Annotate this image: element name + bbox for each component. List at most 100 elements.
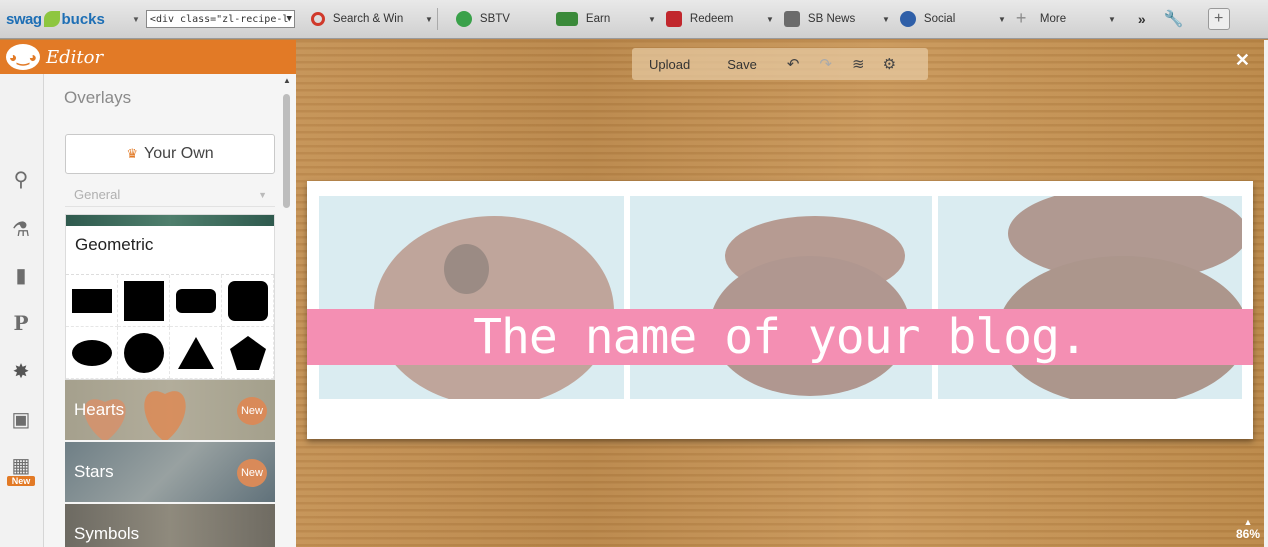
- leaf-icon: [43, 11, 60, 27]
- more-label: More: [1039, 13, 1067, 25]
- shape-cell[interactable]: [66, 327, 118, 379]
- gear-icon[interactable]: ⚙: [883, 55, 896, 73]
- photo-donut-1: [319, 196, 624, 399]
- chevron-up-icon: ▲: [1243, 517, 1253, 527]
- chevron-down-icon: ▼: [882, 14, 890, 24]
- hearts-overlay-card[interactable]: Hearts New: [65, 380, 275, 440]
- image-canvas[interactable]: The name of your blog.: [307, 181, 1253, 439]
- panel-title: Overlays: [64, 88, 132, 107]
- basic-edits-icon[interactable]: ⚲: [8, 166, 34, 192]
- sb-news-label: SB News: [807, 13, 856, 25]
- zoom-level: 86%: [1235, 527, 1260, 541]
- save-button[interactable]: Save: [690, 57, 757, 72]
- chevron-down-icon: ▼: [425, 14, 433, 24]
- shape-cell[interactable]: [222, 275, 274, 327]
- chevron-down-icon: ▼: [766, 14, 774, 24]
- pentagon-shape: [229, 335, 266, 370]
- blog-name-banner[interactable]: The name of your blog.: [307, 309, 1253, 365]
- rounded-square-shape: [227, 280, 268, 321]
- redo-icon[interactable]: ↷: [819, 55, 832, 73]
- swagbucks-logo[interactable]: swag bucks: [0, 11, 126, 28]
- window-edge: [1264, 40, 1268, 547]
- people-icon: [899, 11, 916, 27]
- wrench-icon[interactable]: 🔧: [1164, 9, 1184, 29]
- tool-rail: ⚲ ⚗ ▮ P ✸ ▣ ▦ New: [0, 74, 44, 547]
- rounded-rectangle-shape: [175, 288, 216, 313]
- panel-scrollbar[interactable]: ▲: [282, 76, 292, 547]
- canvas-area: Upload Save ↶ ↷ ≋ ⚙ ✕ The name of your b…: [296, 40, 1268, 547]
- geometric-title: Geometric: [66, 226, 274, 275]
- sbtv-label: SBTV: [479, 13, 510, 25]
- touch-up-lipstick-icon[interactable]: ▮: [8, 262, 34, 288]
- zoom-indicator[interactable]: ▲ 86%: [1236, 517, 1260, 541]
- social-button[interactable]: Social ▼: [894, 0, 1010, 39]
- frames-icon[interactable]: ▣: [8, 406, 34, 432]
- photo-wash: [938, 196, 1242, 399]
- shape-cell[interactable]: [118, 327, 170, 379]
- shape-cell[interactable]: [222, 327, 274, 379]
- overlays-icon[interactable]: ✸: [8, 358, 34, 384]
- stars-label: Stars: [74, 462, 114, 481]
- chevron-down-icon: ▼: [258, 190, 267, 200]
- brand-bucks: bucks: [61, 10, 105, 28]
- effects-flask-icon[interactable]: ⚗: [8, 216, 34, 242]
- close-icon[interactable]: ✕: [1235, 50, 1250, 71]
- add-tab-button[interactable]: +: [1207, 8, 1230, 30]
- photo-wash: [630, 196, 932, 399]
- search-icon: [310, 12, 325, 26]
- earn-button[interactable]: Earn ▼: [550, 0, 660, 39]
- code-select[interactable]: <div class="zl-recipe-l ▼: [145, 10, 295, 28]
- scroll-up-icon[interactable]: ▲: [283, 76, 291, 85]
- new-badge: New: [7, 476, 35, 486]
- editor-title: Editor: [46, 46, 104, 68]
- geometric-card: Geometric: [65, 214, 275, 380]
- picmonkey-logo-icon[interactable]: ◕‿◕: [6, 44, 40, 70]
- card-strip: [66, 215, 274, 226]
- more-button[interactable]: + More ▼: [1010, 0, 1120, 39]
- browser-toolbar: swag bucks ▼ <div class="zl-recipe-l ▼ S…: [0, 0, 1268, 39]
- redeem-label: Redeem: [689, 13, 734, 25]
- upload-button[interactable]: Upload: [632, 57, 690, 72]
- hearts-label: Hearts: [74, 400, 125, 419]
- circle-shape: [123, 332, 164, 373]
- sbtv-button[interactable]: SBTV: [450, 0, 550, 39]
- text-p-icon[interactable]: P: [8, 310, 34, 336]
- edit-toolbar: Upload Save ↶ ↷ ≋ ⚙: [632, 48, 928, 80]
- shape-cell[interactable]: [170, 275, 222, 327]
- overlays-panel: Overlays ♛ Your Own General ▼ Geometric: [44, 74, 296, 547]
- money-icon: [555, 12, 578, 26]
- scroll-thumb[interactable]: [283, 94, 290, 208]
- undo-icon[interactable]: ↶: [787, 55, 800, 73]
- search-win-button[interactable]: Search & Win ▼: [305, 0, 437, 39]
- textures-icon[interactable]: ▦: [8, 452, 34, 478]
- chevron-down-icon: ▼: [648, 14, 656, 24]
- shape-grid: [66, 275, 274, 379]
- your-own-label: Your Own: [143, 145, 214, 162]
- divider: [436, 8, 438, 30]
- chevron-down-icon: ▼: [286, 14, 292, 24]
- shape-cell[interactable]: [118, 275, 170, 327]
- photo-wash: [319, 196, 624, 399]
- overflow-chevron[interactable]: »: [1138, 11, 1146, 27]
- new-badge: New: [237, 459, 267, 487]
- chevron-down-icon: ▼: [1108, 14, 1116, 24]
- sb-news-button[interactable]: SB News ▼: [778, 0, 894, 39]
- redeem-button[interactable]: Redeem ▼: [660, 0, 778, 39]
- shape-cell[interactable]: [66, 275, 118, 327]
- plus-icon: +: [1015, 8, 1027, 28]
- stars-overlay-card[interactable]: Stars New: [65, 442, 275, 502]
- symbols-overlay-card[interactable]: Symbols: [65, 504, 275, 547]
- brand-swag: swag: [6, 10, 42, 28]
- square-shape: [123, 280, 164, 321]
- shape-cell[interactable]: [170, 327, 222, 379]
- category-select-value: General: [74, 187, 121, 202]
- code-select-value: <div class="zl-recipe-l: [149, 13, 289, 25]
- your-own-button[interactable]: ♛ Your Own: [65, 134, 275, 174]
- photo-donut-2: [630, 196, 932, 399]
- new-badge: New: [237, 397, 267, 425]
- photo-donut-3: [938, 196, 1242, 399]
- triangle-shape: [177, 336, 214, 369]
- layers-icon[interactable]: ≋: [852, 55, 865, 73]
- category-select[interactable]: General ▼: [65, 187, 275, 207]
- chevron-down-icon[interactable]: ▼: [132, 15, 140, 24]
